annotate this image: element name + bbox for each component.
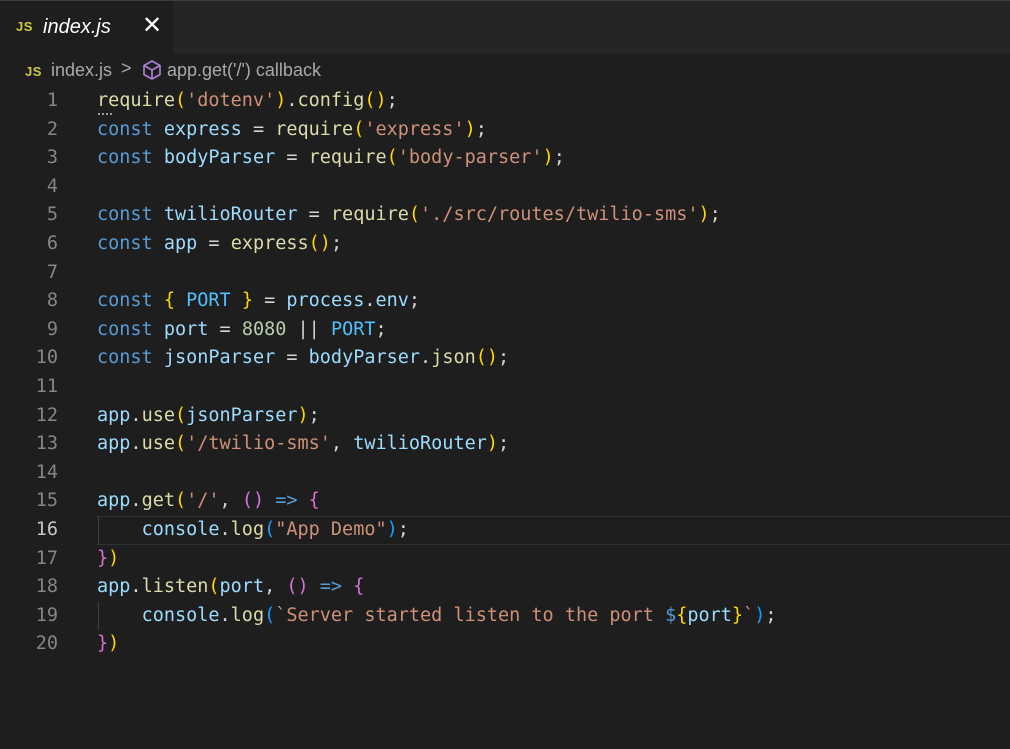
code-text: app.use(jsonParser); (97, 404, 320, 426)
code-text: app.listen(port, () => { (97, 576, 365, 598)
code-text: const bodyParser = require('body-parser'… (97, 147, 565, 169)
line-number: 12 (35, 404, 58, 426)
code-line-12[interactable]: 12 app.use(jsonParser); (0, 402, 1010, 431)
code-text: const app = express(); (97, 233, 343, 254)
line-number: 4 (46, 175, 58, 197)
code-line-8[interactable]: 8 const { PORT } = process.env; (0, 287, 1010, 316)
code-line-2[interactable]: 2 const express = require('express'); (0, 116, 1010, 145)
tab-title: index.js (43, 16, 111, 38)
code-text: }) (97, 633, 120, 655)
code-line-20[interactable]: 20}) (0, 630, 1010, 659)
code-editor[interactable]: 1 require('dotenv').config(); 2 const expre… (0, 87, 1010, 749)
breadcrumb-symbol[interactable]: app.get('/') callback (167, 60, 321, 81)
code-text: const port = 8080 || PORT; (97, 318, 387, 340)
code-line-1[interactable]: 1 require('dotenv').config(); (0, 87, 1010, 116)
code-text: console.log("App Demo"); (141, 519, 409, 540)
line-number: 1 (46, 90, 58, 111)
code-text: const express = require('express'); (97, 118, 487, 140)
line-number: 3 (46, 147, 58, 169)
tab-bar: JS index.js ✕ (0, 0, 1010, 55)
line-number: 9 (46, 318, 58, 340)
line-number: 20 (35, 633, 58, 655)
code-line-11[interactable]: 11 (0, 373, 1010, 402)
tab-index-js[interactable]: JS index.js ✕ (0, 1, 173, 55)
javascript-file-icon: JS (25, 64, 42, 79)
code-line-17[interactable]: 17}) (0, 545, 1010, 574)
line-number: 17 (35, 547, 58, 569)
code-line-5[interactable]: 5 const twilioRouter = require('./src/rou… (0, 201, 1010, 230)
code-line-14[interactable]: 14 (0, 459, 1010, 488)
line-number: 6 (46, 233, 58, 254)
javascript-file-icon: JS (16, 19, 33, 34)
code-text: const { PORT } = process.env; (97, 290, 421, 312)
code-text: require('dotenv').config(); (97, 90, 398, 111)
line-number: 13 (35, 433, 58, 455)
code-text: console.log(`Server started listen to th… (141, 604, 777, 626)
line-number: 10 (35, 347, 58, 369)
line-number: 11 (35, 376, 58, 397)
code-line-18[interactable]: 18 app.listen(port, () => { (0, 573, 1010, 602)
chevron-right-icon: > (121, 58, 132, 78)
line-number: 2 (46, 118, 58, 140)
code-line-13[interactable]: 13 app.use('/twilio-sms', twilioRouter); (0, 430, 1010, 459)
close-icon[interactable]: ✕ (140, 14, 164, 38)
code-line-7[interactable]: 7 (0, 259, 1010, 288)
breadcrumb: JS index.js > app.get('/') callback (0, 54, 1010, 88)
code-text: app.get('/', () => { (97, 490, 320, 512)
code-line-10[interactable]: 10 const jsonParser = bodyParser.json(); (0, 344, 1010, 373)
code-line-3[interactable]: 3 const bodyParser = require('body-parser… (0, 144, 1010, 173)
breadcrumb-file[interactable]: index.js (51, 60, 112, 81)
code-text: }) (97, 547, 120, 569)
line-number: 5 (46, 204, 58, 226)
code-line-6[interactable]: 6 const app = express(); (0, 230, 1010, 259)
line-number: 14 (35, 461, 58, 483)
line-number: 16 (35, 519, 58, 540)
line-number: 8 (46, 290, 58, 312)
code-line-4[interactable]: 4 (0, 173, 1010, 202)
method-cube-icon (143, 60, 161, 80)
code-line-9[interactable]: 9 const port = 8080 || PORT; (0, 316, 1010, 345)
code-text: const twilioRouter = require('./src/rout… (97, 204, 721, 226)
code-text: app.use('/twilio-sms', twilioRouter); (97, 433, 510, 455)
code-line-16[interactable]: 16 console.log("App Demo"); (0, 516, 1010, 545)
line-number: 18 (35, 576, 58, 598)
code-text: const jsonParser = bodyParser.json(); (97, 347, 510, 369)
code-line-19[interactable]: 19 console.log(`Server started listen to… (0, 601, 1010, 631)
line-number: 15 (35, 490, 58, 512)
line-number: 7 (46, 261, 58, 283)
code-line-15[interactable]: 15 app.get('/', () => { (0, 487, 1010, 516)
line-number: 19 (35, 604, 58, 626)
